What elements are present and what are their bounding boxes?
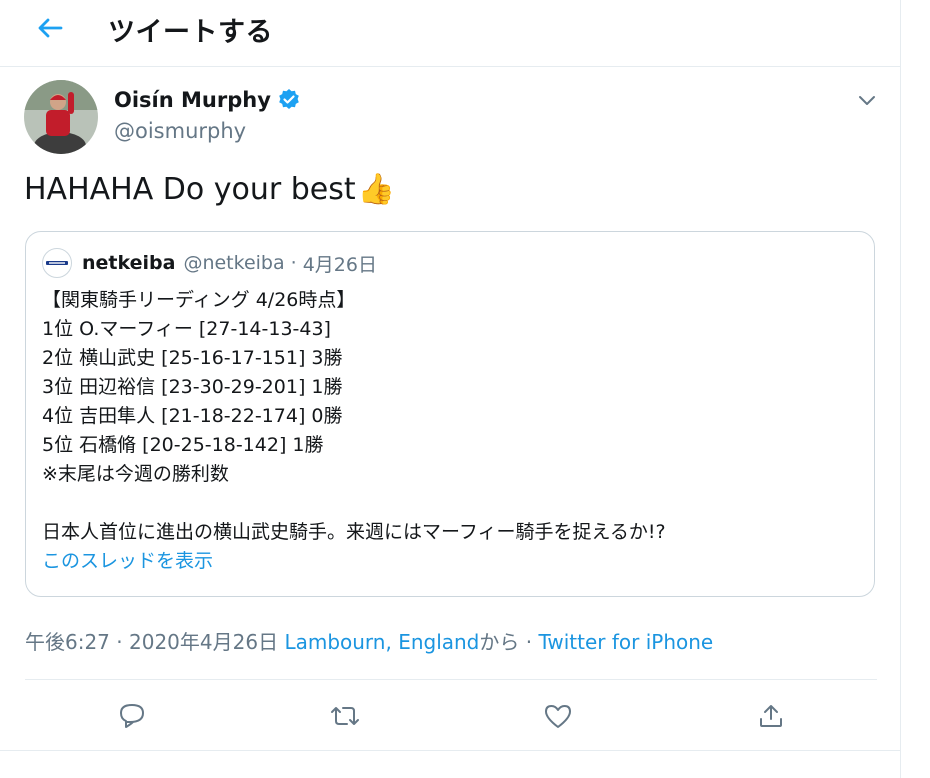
from-suffix: から: [479, 630, 520, 654]
tweet-source-link[interactable]: Twitter for iPhone: [538, 630, 713, 654]
divider: [25, 679, 877, 680]
tweet-metadata: 午後6:27 · 2020年4月26日 Lambourn, Englandから …: [25, 626, 713, 655]
quoted-tweet-body: 【関東騎手リーディング 4/26時点】 1位 O.マーフィー [27-14-13…: [42, 286, 862, 576]
quoted-line: [42, 489, 862, 518]
quoted-line: 5位 石橋脩 [20-25-18-142] 1勝: [42, 434, 324, 456]
tweet-date[interactable]: 2020年4月26日: [129, 630, 278, 654]
tweet-location-link[interactable]: Lambourn, England: [284, 630, 479, 654]
quoted-author-name: netkeiba: [82, 252, 176, 274]
quoted-tweet-header: netkeiba @netkeiba · 4月26日: [42, 248, 377, 278]
thumbs-up-emoji: 👍: [357, 172, 396, 207]
show-thread-link[interactable]: このスレッドを表示: [42, 547, 862, 576]
quoted-avatar: [42, 248, 72, 278]
arrow-left-icon: [38, 18, 63, 38]
tweet-text: HAHAHA Do your best 👍: [24, 172, 395, 207]
reply-button[interactable]: [112, 696, 152, 736]
quoted-author-handle: @netkeiba: [183, 252, 285, 274]
page-header: ツイートする: [0, 0, 900, 67]
reply-icon: [119, 704, 144, 728]
author-handle[interactable]: @oismurphy: [114, 119, 246, 143]
quoted-line: 3位 田辺裕信 [23-30-29-201] 1勝: [42, 376, 343, 398]
quoted-line: ※末尾は今週の勝利数: [42, 463, 229, 485]
quoted-line: 1位 O.マーフィー [27-14-13-43]: [42, 318, 331, 340]
share-button[interactable]: [751, 696, 791, 736]
avatar[interactable]: [24, 80, 98, 154]
quoted-line: 2位 横山武史 [25-16-17-151] 3勝: [42, 347, 343, 369]
heart-icon: [544, 705, 571, 728]
netkeiba-logo-icon: [46, 261, 68, 265]
quoted-line: 日本人首位に進出の横山武史騎手。来週にはマーフィー騎手を捉えるか!?: [42, 521, 666, 543]
tweet-column: ツイートする Oisín Murphy @oismurphy HAHAHA Do…: [0, 0, 901, 778]
chevron-down-icon: [859, 96, 875, 105]
jockey-photo: [24, 80, 98, 154]
quoted-date: 4月26日: [302, 253, 377, 276]
quoted-line: 【関東騎手リーディング 4/26時点】: [42, 289, 356, 311]
tweet-menu-button[interactable]: [855, 88, 879, 112]
author-name[interactable]: Oisín Murphy: [114, 88, 301, 112]
back-button[interactable]: [30, 8, 70, 48]
meta-separator: ·: [116, 630, 123, 654]
tweet-time[interactable]: 午後6:27: [25, 630, 110, 654]
meta-separator: ·: [525, 630, 533, 654]
quoted-separator: ·: [290, 252, 297, 274]
quoted-tweet[interactable]: netkeiba @netkeiba · 4月26日 【関東騎手リーディング 4…: [25, 231, 875, 597]
page-title: ツイートする: [108, 17, 273, 48]
verified-badge-icon: [279, 89, 299, 109]
share-icon: [759, 705, 782, 727]
retweet-button[interactable]: [325, 696, 365, 736]
retweet-icon: [330, 707, 359, 725]
quoted-line: 4位 吉田隼人 [21-18-22-174] 0勝: [42, 405, 343, 427]
tweet-text-content: HAHAHA Do your best: [24, 172, 356, 207]
tweet-actions: [25, 690, 877, 742]
divider: [0, 750, 900, 751]
like-button[interactable]: [538, 696, 578, 736]
author-name-text: Oisín Murphy: [114, 88, 271, 112]
